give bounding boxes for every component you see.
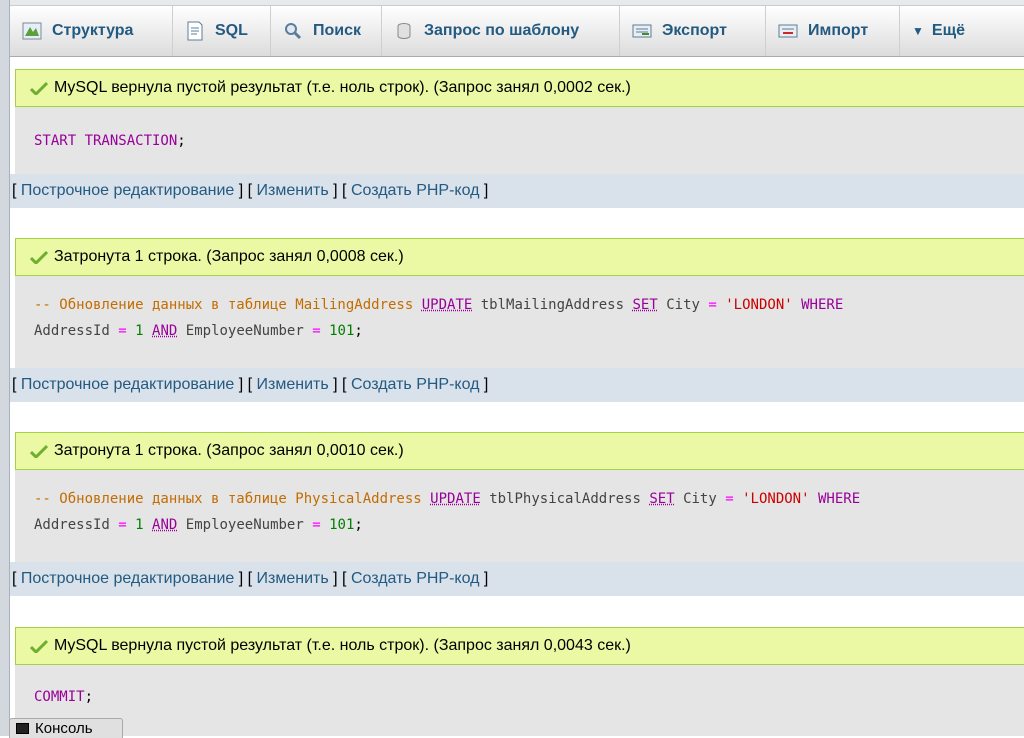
- code-line: COMMIT;: [34, 689, 94, 705]
- create-php-link[interactable]: Создать PHP-код: [351, 570, 480, 588]
- tab-structure[interactable]: Структура: [10, 6, 173, 56]
- tab-export[interactable]: Экспорт: [620, 6, 766, 56]
- edit-link[interactable]: Изменить: [257, 570, 329, 588]
- success-message: Затронута 1 строка. (Запрос занял 0,0010…: [15, 432, 1024, 470]
- sql-code: START TRANSACTION;: [15, 107, 1024, 174]
- inline-edit-link[interactable]: Построчное редактирование: [21, 182, 234, 200]
- tab-query[interactable]: Запрос по шаблону: [382, 6, 620, 56]
- edit-link[interactable]: Изменить: [257, 376, 329, 394]
- checkmark-icon: [30, 444, 48, 458]
- success-message: MySQL вернула пустой результат (т.е. нол…: [15, 69, 1024, 107]
- sql-code: -- Обновление данных в таблице PhysicalA…: [15, 470, 1024, 562]
- inline-edit-link[interactable]: Построчное редактирование: [21, 376, 234, 394]
- tab-sql[interactable]: SQL: [173, 6, 271, 56]
- tab-import[interactable]: Импорт: [766, 6, 900, 56]
- edit-link[interactable]: Изменить: [257, 182, 329, 200]
- success-message: Затронута 1 строка. (Запрос занял 0,0008…: [15, 238, 1024, 276]
- tab-more[interactable]: ▼ Ещё: [900, 6, 1010, 56]
- query-actions: [ Построчное редактирование ] [ Изменить…: [10, 174, 1024, 208]
- query-icon: [394, 21, 414, 41]
- code-line: AddressId = 1 AND EmployeeNumber = 101;: [34, 323, 363, 339]
- checkmark-icon: [30, 250, 48, 264]
- success-message: MySQL вернула пустой результат (т.е. нол…: [15, 627, 1024, 665]
- checkmark-icon: [30, 81, 48, 95]
- import-icon: [778, 21, 798, 41]
- query-result-4: MySQL вернула пустой результат (т.е. нол…: [15, 627, 1024, 736]
- sql-code: -- Обновление данных в таблице MailingAd…: [15, 276, 1024, 368]
- sql-icon: [185, 21, 205, 41]
- console-toggle-button[interactable]: Консоль: [9, 718, 123, 738]
- query-result-3: Затронута 1 строка. (Запрос занял 0,0010…: [10, 432, 1024, 596]
- tab-search[interactable]: Поиск: [271, 6, 382, 56]
- query-result-1: MySQL вернула пустой результат (т.е. нол…: [10, 69, 1024, 208]
- tab-bar: Структура SQL Поиск Запрос по шаблону Эк…: [10, 6, 1024, 57]
- code-line: -- Обновление данных в таблице PhysicalA…: [34, 491, 861, 507]
- query-actions: [ Построчное редактирование ] [ Изменить…: [10, 368, 1024, 402]
- code-line: -- Обновление данных в таблице MailingAd…: [34, 297, 844, 313]
- create-php-link[interactable]: Создать PHP-код: [351, 376, 480, 394]
- code-line: START TRANSACTION;: [34, 133, 186, 149]
- checkmark-icon: [30, 639, 48, 653]
- inline-edit-link[interactable]: Построчное редактирование: [21, 570, 234, 588]
- query-actions: [ Построчное редактирование ] [ Изменить…: [10, 562, 1024, 596]
- frame-left-edge: [0, 0, 10, 736]
- query-result-2: Затронута 1 строка. (Запрос занял 0,0008…: [10, 238, 1024, 402]
- search-icon: [283, 21, 303, 41]
- code-line: AddressId = 1 AND EmployeeNumber = 101;: [34, 517, 363, 533]
- structure-icon: [22, 21, 42, 41]
- chevron-down-icon: ▼: [912, 24, 924, 38]
- create-php-link[interactable]: Создать PHP-код: [351, 182, 480, 200]
- sql-code: COMMIT;: [15, 665, 1024, 736]
- export-icon: [632, 21, 652, 41]
- console-icon: [16, 723, 29, 734]
